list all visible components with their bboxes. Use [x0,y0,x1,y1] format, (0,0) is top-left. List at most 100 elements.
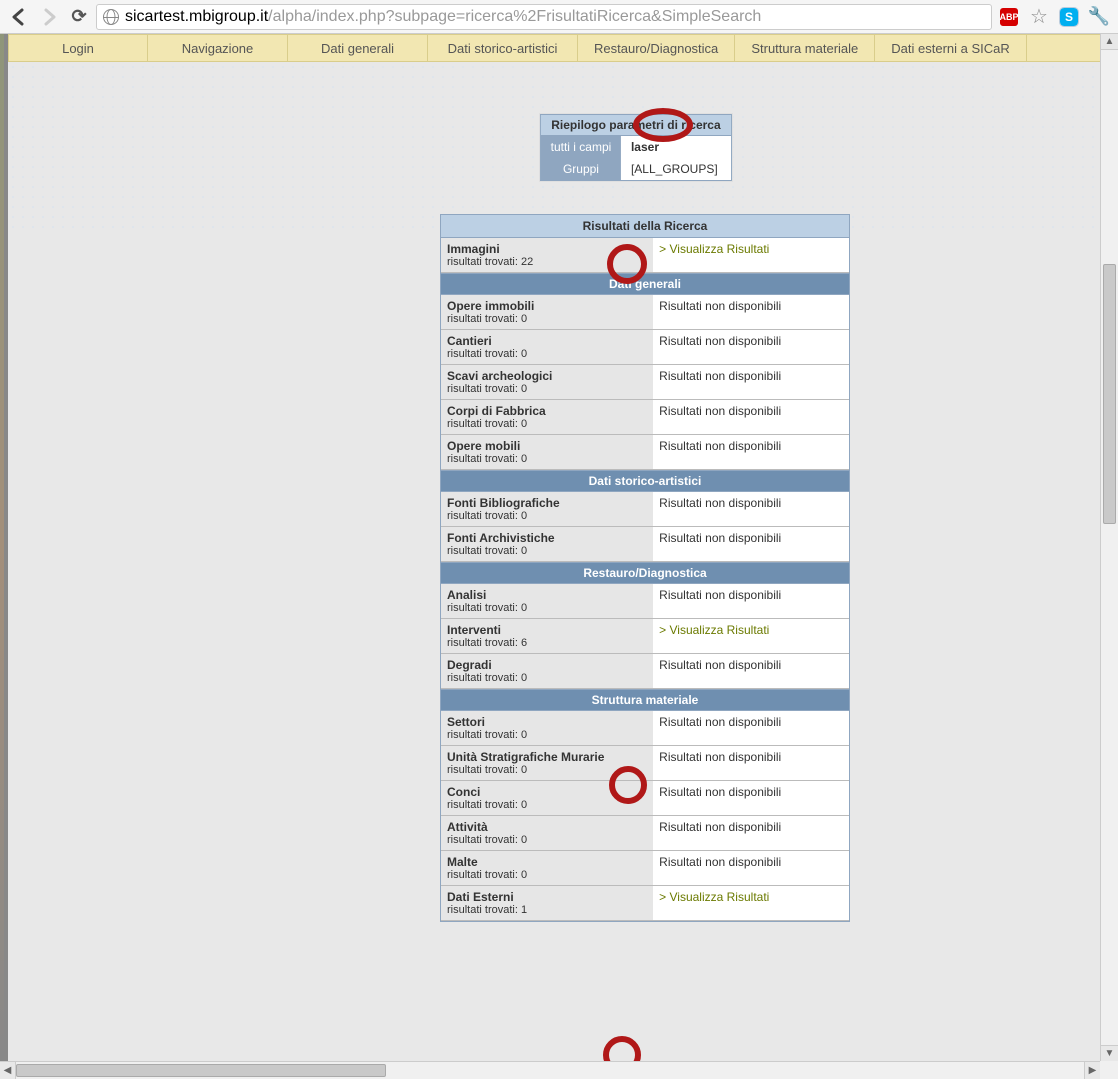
result-unavailable: Risultati non disponibili [653,295,849,329]
search-group-label: Gruppi [541,158,621,180]
tab-dati-generali[interactable]: Dati generali [288,35,428,61]
result-name: Corpi di Fabbrica [447,404,647,418]
skype-icon[interactable]: S [1058,6,1080,28]
result-row: Malterisultati trovati: 0 Risultati non d… [441,851,849,886]
url-bar[interactable]: sicartest.mbigroup.it/alpha/index.php?su… [96,4,992,30]
result-count-line: risultati trovati: 0 [447,313,647,325]
result-row: Analisirisultati trovati: 0Risultati non… [441,584,849,619]
reload-button[interactable]: ⟳ [66,4,92,30]
result-name: Scavi archeologici [447,369,647,383]
tab-struttura-materiale[interactable]: Struttura materiale [735,35,875,61]
page-viewport: Login Navigazione Dati generali Dati sto… [0,34,1118,1079]
result-unavailable: Risultati non disponibili [653,654,849,688]
result-name: Degradi [447,658,647,672]
back-button[interactable] [6,4,32,30]
tab-restauro-diagnostica[interactable]: Restauro/Diagnostica [578,35,735,61]
result-row: Degradirisultati trovati: 0 Risultati non… [441,654,849,689]
url-host: sicartest.mbigroup.it [125,8,268,26]
result-name: Fonti Bibliografiche [447,496,647,510]
result-row: Scavi archeologicirisultati trovati: 0 Ri… [441,365,849,400]
result-row: Fonti Bibliograficherisultati trovati: 0… [441,492,849,527]
scroll-left-icon[interactable]: ◀ [0,1062,16,1079]
decorative-stripe [0,34,4,1061]
result-name: Immagini [447,242,647,256]
forward-button[interactable] [36,4,62,30]
result-group-header: Dati storico-artistici [441,470,849,492]
result-group-header: Dati generali [441,273,849,295]
search-params-box: Riepilogo parametri di ricerca tutti i c… [540,114,732,181]
result-row: Opere immobilirisultati trovati: 0 Risult… [441,295,849,330]
result-name: Malte [447,855,647,869]
result-count-line: risultati trovati: 0 [447,799,647,811]
tab-dati-storico-artistici[interactable]: Dati storico-artistici [428,35,578,61]
result-group-header: Struttura materiale [441,689,849,711]
result-name: Conci [447,785,647,799]
result-unavailable: Risultati non disponibili [653,492,849,526]
abp-icon[interactable]: ABP [998,6,1020,28]
result-count-line: risultati trovati: 0 [447,510,647,522]
result-row: Corpi di Fabbricarisultati trovati: 0Ris… [441,400,849,435]
vertical-scrollbar[interactable]: ▲ ▼ [1100,34,1118,1061]
search-group-value: [ALL_GROUPS] [621,158,731,180]
result-unavailable: Risultati non disponibili [653,330,849,364]
result-row: Attivitàrisultati trovati: 0 Risultati no… [441,816,849,851]
view-results-link[interactable]: Visualizza Risultati [653,619,849,653]
result-count-line: risultati trovati: 1 [447,904,647,916]
horizontal-scroll-thumb[interactable] [16,1064,386,1077]
view-results-link[interactable]: Visualizza Risultati [653,238,849,272]
result-name: Cantieri [447,334,647,348]
result-unavailable: Risultati non disponibili [653,527,849,561]
tab-navigazione[interactable]: Navigazione [148,35,288,61]
result-count-line: risultati trovati: 0 [447,348,647,360]
result-count: 22 [521,256,533,268]
bookmark-star-icon[interactable]: ☆ [1028,6,1050,28]
result-unavailable: Risultati non disponibili [653,746,849,780]
result-count-line: risultati trovati: 0 [447,383,647,395]
result-count-line: risultati trovati: 6 [447,637,647,649]
results-panel: Risultati della Ricerca Immagini risulta… [440,214,850,922]
browser-toolbar: ⟳ sicartest.mbigroup.it/alpha/index.php?… [0,0,1118,34]
result-count-line: risultati trovati: 0 [447,545,647,557]
result-unavailable: Risultati non disponibili [653,851,849,885]
result-name: Unità Stratigrafiche Murarie [447,750,647,764]
result-count-line: risultati trovati: 0 [447,453,647,465]
result-row: Concirisultati trovati: 0 Risultati non d… [441,781,849,816]
search-field-label: tutti i campi [541,136,621,158]
vertical-scroll-thumb[interactable] [1103,264,1116,524]
search-field-value: laser [621,136,731,158]
result-count-line: risultati trovati: 0 [447,834,647,846]
tab-login[interactable]: Login [8,35,148,61]
result-unavailable: Risultati non disponibili [653,781,849,815]
result-count-line: risultati trovati: 0 [447,869,647,881]
result-row: Dati Esternirisultati trovati: 1 Visualiz… [441,886,849,921]
scroll-right-icon[interactable]: ▶ [1084,1062,1100,1079]
horizontal-scrollbar[interactable]: ◀ ▶ [0,1061,1100,1079]
result-count-line: risultati trovati: 0 [447,764,647,776]
tab-dati-esterni[interactable]: Dati esterni a SICaR [875,35,1027,61]
url-path: /alpha/index.php?subpage=ricerca%2Frisul… [268,8,761,26]
result-unavailable: Risultati non disponibili [653,816,849,850]
scroll-down-icon[interactable]: ▼ [1101,1045,1118,1061]
result-row: Unità Stratigrafiche Murarierisultati tr… [441,746,849,781]
scroll-up-icon[interactable]: ▲ [1101,34,1118,50]
result-name: Settori [447,715,647,729]
result-count-line: risultati trovati: 0 [447,672,647,684]
view-results-link[interactable]: Visualizza Risultati [653,886,849,920]
result-group-header: Restauro/Diagnostica [441,562,849,584]
result-name: Opere immobili [447,299,647,313]
result-unavailable: Risultati non disponibili [653,400,849,434]
result-name: Dati Esterni [447,890,647,904]
result-row: Settoririsultati trovati: 0Risultati non… [441,711,849,746]
result-row: Fonti Archivisticherisultati trovati: 0R… [441,527,849,562]
result-name: Opere mobili [447,439,647,453]
result-name: Analisi [447,588,647,602]
result-name: Attività [447,820,647,834]
result-unavailable: Risultati non disponibili [653,365,849,399]
scrollbar-corner [1100,1061,1118,1079]
result-unavailable: Risultati non disponibili [653,584,849,618]
result-row: Cantieririsultati trovati: 0 Risultati no… [441,330,849,365]
results-title: Risultati della Ricerca [441,215,849,238]
search-params-title: Riepilogo parametri di ricerca [541,115,731,136]
result-row-immagini: Immagini risultati trovati: 22 Visualizz… [441,238,849,273]
wrench-icon[interactable]: 🔧 [1088,6,1110,28]
